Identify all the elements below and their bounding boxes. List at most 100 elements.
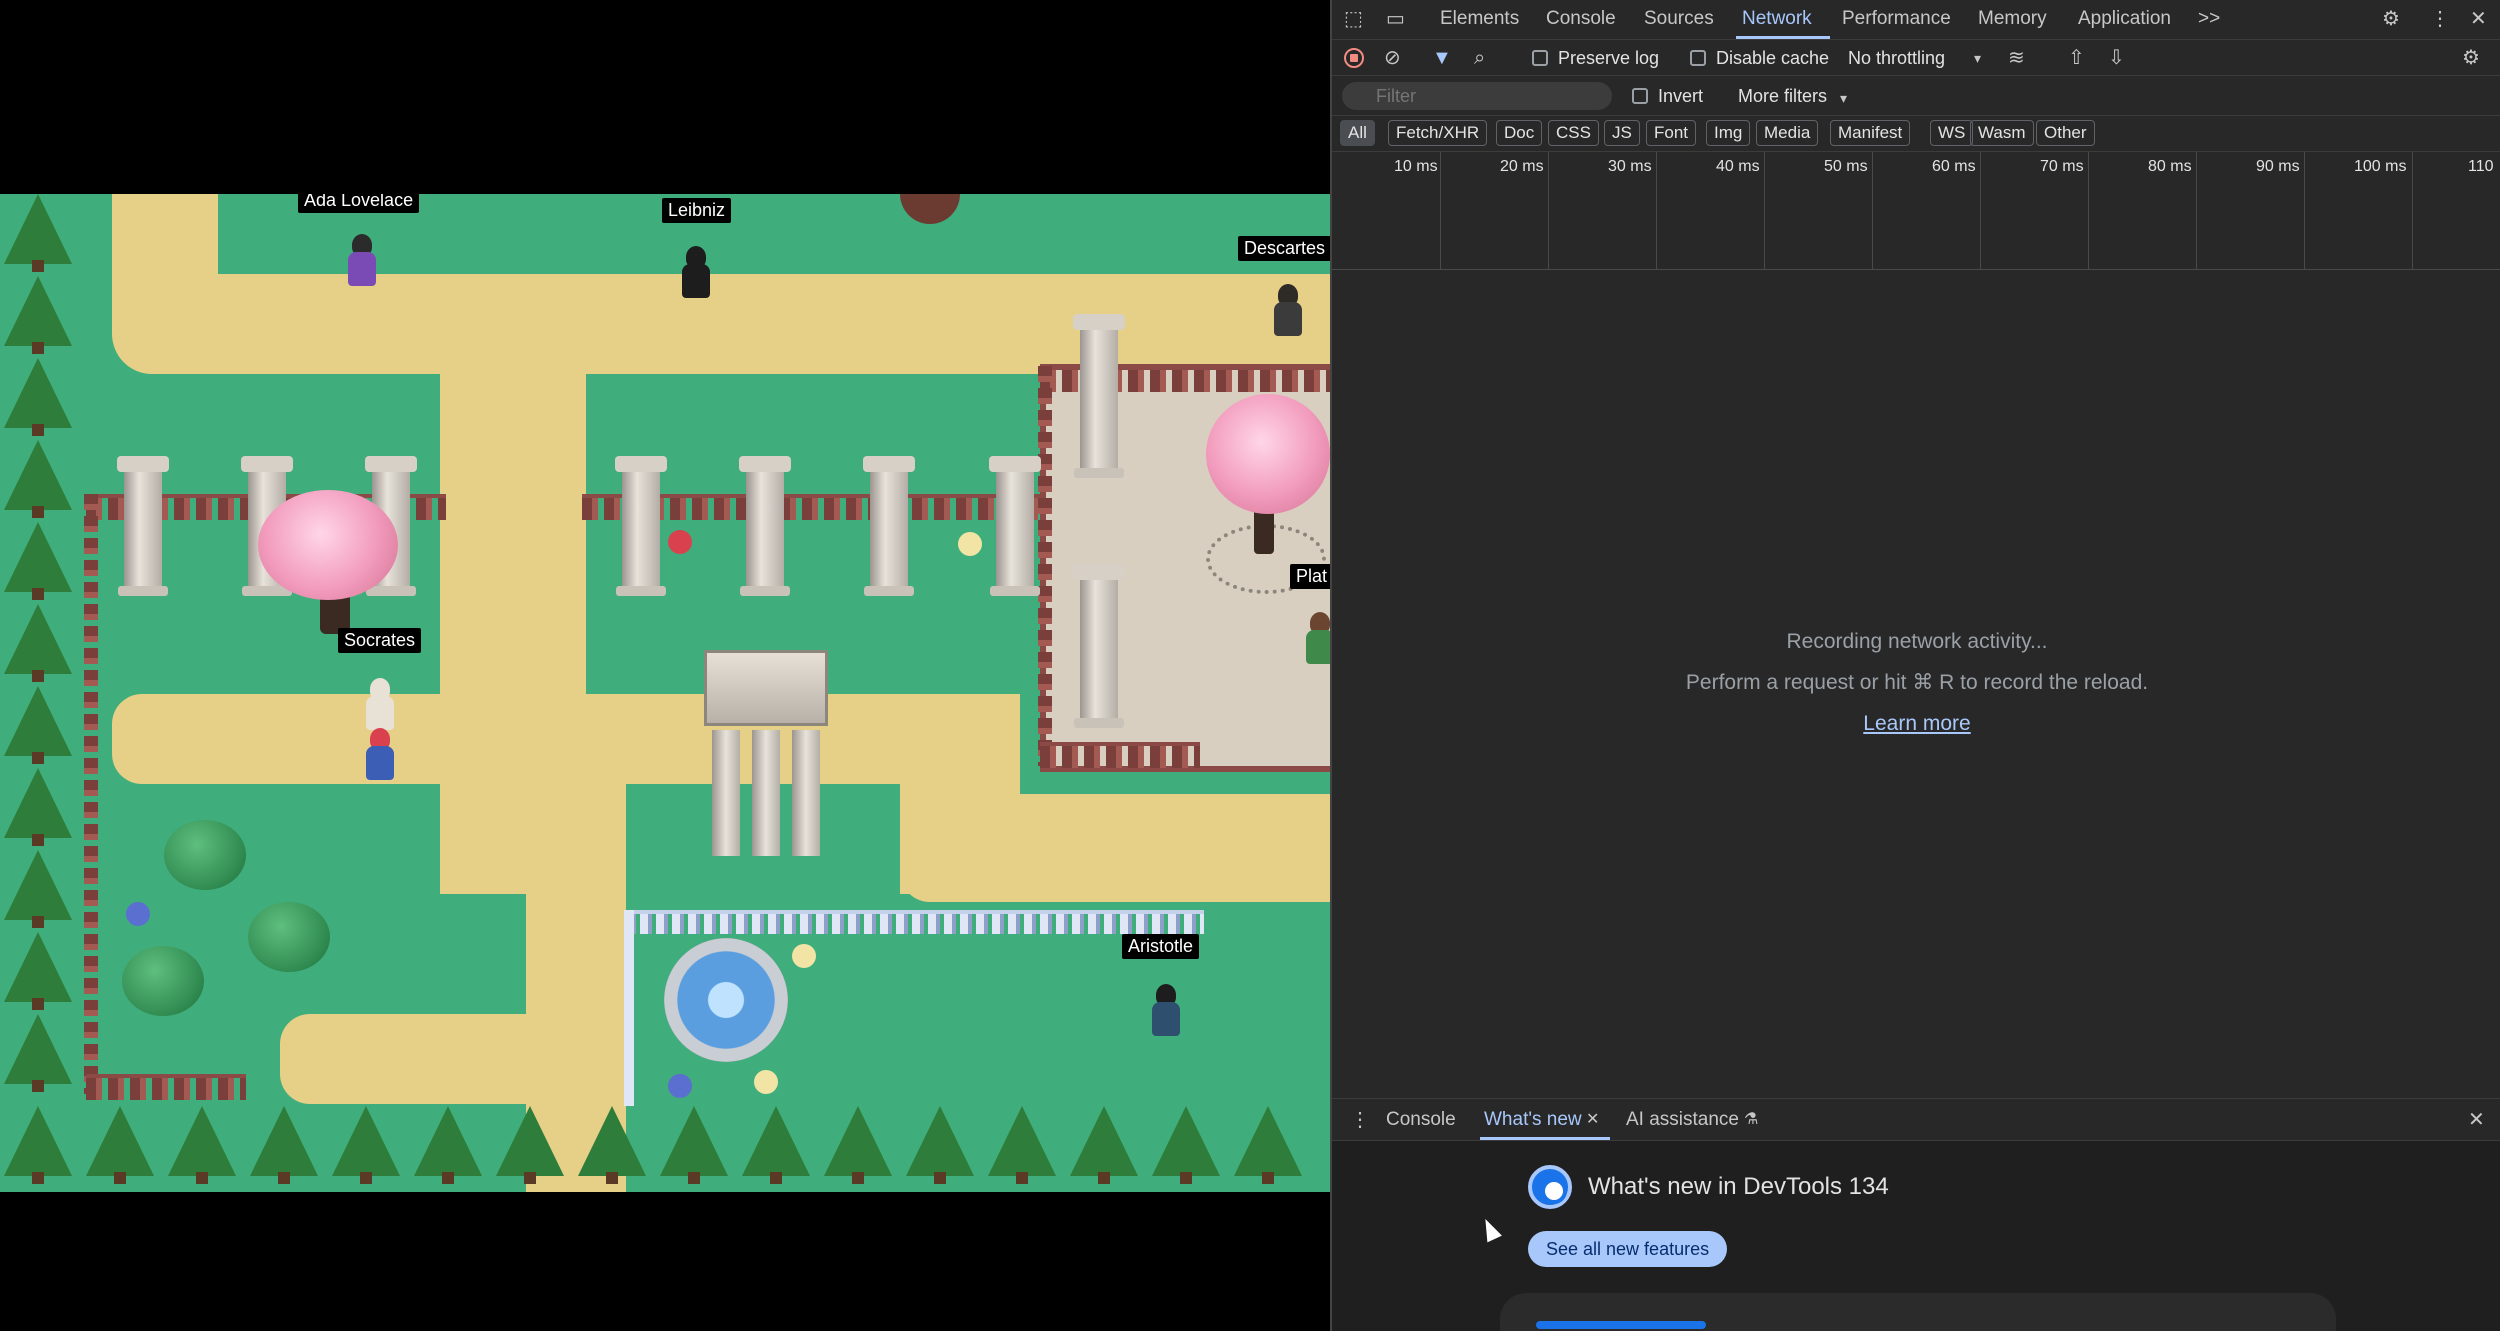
- search-icon[interactable]: ⌕: [1474, 48, 1485, 68]
- throttling-select[interactable]: No throttling: [1848, 48, 1945, 69]
- record-stop-icon[interactable]: [1344, 48, 1364, 68]
- timeline-overview[interactable]: 10 ms 20 ms 30 ms 40 ms 50 ms 60 ms 70 m…: [1332, 152, 2500, 270]
- kebab-menu-icon[interactable]: ⋮: [2430, 9, 2450, 29]
- sakura-tree: [258, 490, 398, 600]
- tab-sources[interactable]: Sources: [1644, 8, 1714, 30]
- game-map[interactable]: Ada Lovelace Leibniz Descartes Socrates …: [0, 194, 1330, 1192]
- tab-console[interactable]: Console: [1546, 8, 1616, 30]
- pine-tree: [496, 1106, 566, 1186]
- timeline-gridline: [2412, 152, 2413, 270]
- learn-more-link[interactable]: Learn more: [1863, 712, 1970, 735]
- devtools-drawer: ⋮ Console What's new ✕ AI assistance ⚗ ✕…: [1332, 1098, 2500, 1331]
- type-filter-media[interactable]: Media: [1756, 120, 1819, 146]
- tab-performance[interactable]: Performance: [1842, 8, 1951, 30]
- clear-icon[interactable]: ⊘: [1384, 48, 1401, 68]
- timeline-tick-label: 40 ms: [1716, 158, 1760, 175]
- type-filter-manifest[interactable]: Manifest: [1830, 120, 1911, 146]
- disable-cache-label: Disable cache: [1716, 48, 1830, 68]
- settings-gear-icon[interactable]: ⚙: [2382, 9, 2400, 29]
- character-socrates[interactable]: [362, 678, 396, 734]
- fence: [1040, 742, 1200, 768]
- pine-tree: [1070, 1106, 1140, 1186]
- fountain: [664, 938, 788, 1062]
- character-leibniz[interactable]: [678, 246, 712, 302]
- pine-tree: [168, 1106, 238, 1186]
- flower: [792, 944, 816, 968]
- type-filter-ws[interactable]: WS: [1930, 120, 1974, 146]
- chevron-down-icon[interactable]: ▾: [1840, 88, 1847, 108]
- inspect-element-icon[interactable]: ⬚: [1344, 9, 1363, 29]
- pine-tree: [578, 1106, 648, 1186]
- pine-tree: [4, 194, 74, 274]
- type-filter-other[interactable]: Other: [2036, 120, 2095, 146]
- see-all-features-button[interactable]: See all new features: [1528, 1231, 1728, 1267]
- more-filters-button[interactable]: More filters: [1738, 86, 1827, 107]
- timeline-gridline: [1764, 152, 1765, 270]
- filter-input[interactable]: [1342, 82, 1612, 110]
- character-ada-lovelace[interactable]: [344, 234, 378, 290]
- network-settings-gear-icon[interactable]: ⚙: [2462, 48, 2480, 68]
- pine-tree: [250, 1106, 320, 1186]
- timeline-tick-label: 80 ms: [2148, 158, 2192, 175]
- type-filter-fetch-xhr[interactable]: Fetch/XHR: [1388, 120, 1488, 146]
- pine-tree: [1234, 1106, 1304, 1186]
- tab-elements[interactable]: Elements: [1440, 8, 1519, 30]
- devtools-panel: ⬚ ▭ Elements Console Sources Network Per…: [1330, 0, 2500, 1331]
- timeline-gridline: [2304, 152, 2305, 270]
- player-character[interactable]: [362, 728, 396, 784]
- close-devtools-icon[interactable]: ✕: [2470, 9, 2487, 29]
- path: [900, 694, 1020, 894]
- disable-cache-checkbox[interactable]: [1690, 50, 1706, 66]
- column: [739, 456, 791, 596]
- pine-tree: [660, 1106, 730, 1186]
- feature-card: [1500, 1293, 2336, 1331]
- export-har-icon[interactable]: ⇩: [2108, 48, 2125, 68]
- drawer-menu-icon[interactable]: ⋮: [1350, 1110, 1370, 1130]
- device-toolbar-icon[interactable]: ▭: [1386, 9, 1405, 29]
- monument-column: [752, 730, 780, 856]
- drawer-tab-ai-assistance[interactable]: AI assistance: [1626, 1109, 1739, 1131]
- network-conditions-icon[interactable]: ≋: [2008, 48, 2025, 68]
- character-plato[interactable]: [1302, 612, 1330, 668]
- reload-hint: Perform a request or hit ⌘ R to record t…: [1685, 671, 2149, 694]
- type-filter-wasm[interactable]: Wasm: [1970, 120, 2034, 146]
- type-filter-js[interactable]: JS: [1604, 120, 1640, 146]
- flower: [668, 1074, 692, 1098]
- bush: [248, 902, 330, 972]
- timeline-tick-label: 50 ms: [1824, 158, 1868, 175]
- pine-tree: [4, 932, 74, 1012]
- bush: [164, 820, 246, 890]
- tab-application[interactable]: Application: [2078, 8, 2171, 30]
- close-drawer-icon[interactable]: ✕: [2468, 1110, 2485, 1130]
- more-tabs-button[interactable]: >>: [2198, 8, 2220, 30]
- screen: Ada Lovelace Leibniz Descartes Socrates …: [0, 0, 2500, 1331]
- type-filter-img[interactable]: Img: [1706, 120, 1751, 146]
- type-filter-doc[interactable]: Doc: [1496, 120, 1543, 146]
- tab-memory[interactable]: Memory: [1978, 8, 2047, 30]
- character-descartes[interactable]: [1270, 284, 1304, 340]
- pine-tree: [4, 604, 74, 684]
- pine-tree: [4, 358, 74, 438]
- timeline-gridline: [1440, 152, 1441, 270]
- pine-tree: [414, 1106, 484, 1186]
- close-tab-icon[interactable]: ✕: [1586, 1110, 1599, 1130]
- whats-new-title: What's new in DevTools 134: [1588, 1173, 1889, 1200]
- filter-funnel-icon[interactable]: ▼: [1432, 48, 1452, 68]
- type-filter-font[interactable]: Font: [1646, 120, 1697, 146]
- devtools-tabbar: ⬚ ▭ Elements Console Sources Network Per…: [1332, 0, 2500, 40]
- tab-network[interactable]: Network: [1742, 8, 1812, 30]
- game-viewport: Ada Lovelace Leibniz Descartes Socrates …: [0, 0, 1330, 1331]
- character-aristotle[interactable]: [1148, 984, 1182, 1040]
- drawer-tab-console[interactable]: Console: [1386, 1109, 1456, 1131]
- type-filter-css[interactable]: CSS: [1548, 120, 1599, 146]
- type-filter-all[interactable]: All: [1340, 120, 1375, 146]
- drawer-tab-whats-new[interactable]: What's new: [1484, 1109, 1582, 1131]
- preserve-log-checkbox[interactable]: [1532, 50, 1548, 66]
- recording-message: Recording network activity...: [1786, 630, 2048, 653]
- import-har-icon[interactable]: ⇧: [2068, 48, 2085, 68]
- chevron-down-icon[interactable]: ▾: [1974, 48, 1981, 68]
- invert-checkbox[interactable]: [1632, 88, 1648, 104]
- column: [989, 456, 1041, 596]
- path: [280, 1014, 626, 1104]
- monument-column: [792, 730, 820, 856]
